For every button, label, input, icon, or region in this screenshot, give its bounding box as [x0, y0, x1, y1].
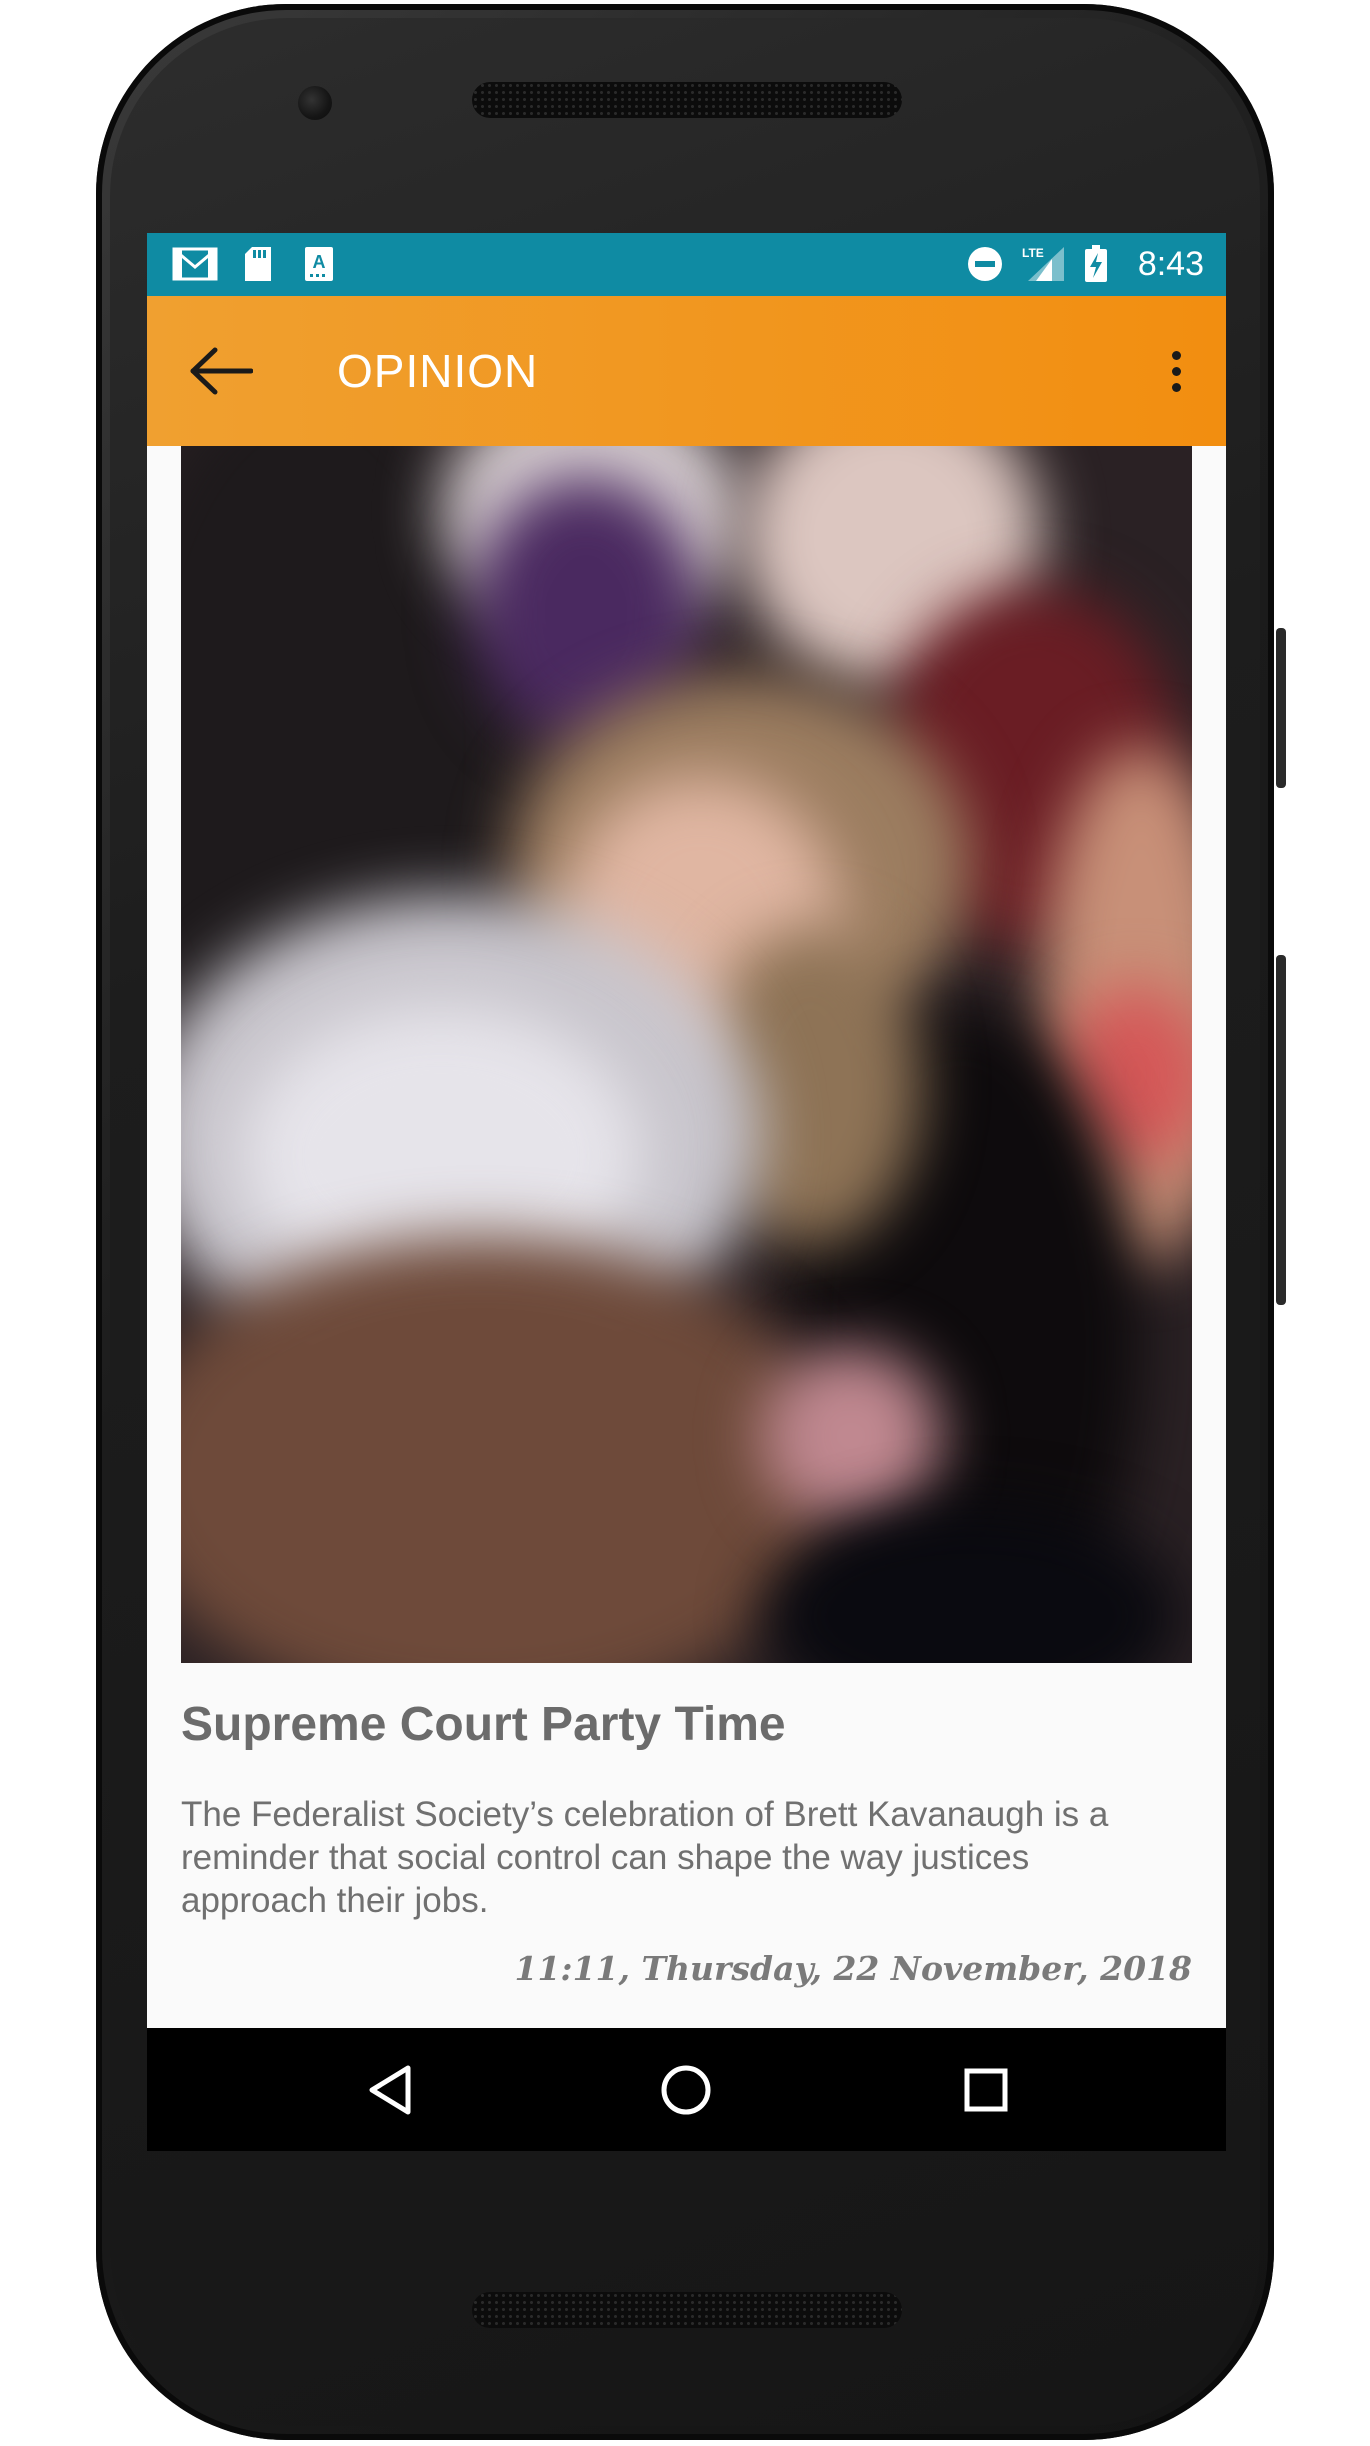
article-image[interactable] — [181, 446, 1192, 1663]
back-button[interactable] — [185, 335, 257, 407]
article-date: 11:11, Thursday, 22 November, 2018 — [514, 1949, 1192, 1988]
nav-home-button[interactable] — [654, 2058, 718, 2122]
system-nav-bar — [147, 2028, 1226, 2151]
square-recents-icon — [964, 2068, 1008, 2112]
svg-text:A: A — [313, 252, 326, 272]
article-summary: The Federalist Society’s celebration of … — [181, 1795, 1109, 1920]
bottom-speaker-grille — [472, 2292, 902, 2328]
overflow-menu-button[interactable] — [1156, 343, 1196, 399]
status-bar: A LTE 8:43 — [147, 233, 1226, 296]
do-not-disturb-icon — [965, 245, 1005, 283]
nav-back-button[interactable] — [358, 2058, 422, 2122]
more-vert-icon-dot — [1171, 366, 1181, 376]
lte-label: LTE — [1022, 246, 1044, 260]
front-camera — [298, 86, 332, 120]
arrow-back-icon — [190, 347, 253, 395]
top-speaker-grille — [472, 82, 902, 118]
gmail-icon — [171, 245, 219, 283]
more-vert-icon-dot — [1171, 382, 1181, 392]
toolbar-title: OPINION — [337, 345, 539, 397]
nav-recents-button[interactable] — [954, 2058, 1018, 2122]
lte-signal-icon: LTE — [1019, 245, 1067, 283]
text-a-icon: A — [303, 245, 335, 283]
volume-button — [1276, 955, 1286, 1305]
status-time: 8:43 — [1137, 245, 1204, 283]
more-vert-icon-dot — [1171, 350, 1181, 360]
article-title[interactable]: Supreme Court Party Time — [181, 1696, 786, 1754]
power-button — [1276, 628, 1286, 788]
battery-charging-icon — [1081, 245, 1111, 283]
circle-home-icon — [661, 2065, 711, 2115]
sd-card-icon — [242, 245, 274, 283]
triangle-back-icon — [369, 2065, 411, 2115]
app-toolbar: OPINION — [147, 296, 1226, 446]
screen: A LTE 8:43 OPINION Supreme Court Party T… — [147, 233, 1226, 2151]
